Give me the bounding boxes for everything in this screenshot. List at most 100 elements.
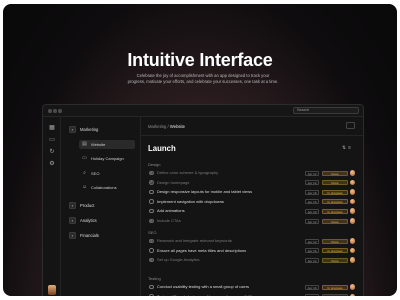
task-checkbox[interactable]: ✓	[149, 238, 154, 243]
sidebar-section-marketing[interactable]: ▪ Marketing	[69, 125, 98, 133]
icon-rail: ▦ ▭ ↻ ⚙	[43, 117, 61, 296]
group-header[interactable]: Design	[148, 162, 160, 167]
sidebar-section-product[interactable]: ▪ Product	[69, 201, 94, 209]
sidebar-item-collaborations[interactable]: ☺ Collaborations	[79, 183, 135, 192]
task-checkbox[interactable]	[149, 199, 154, 204]
task-due-date[interactable]: Apr 16	[305, 284, 319, 290]
assignee-avatar[interactable]	[349, 189, 355, 195]
status-badge[interactable]: In progress	[322, 189, 348, 195]
users-icon: ☺	[82, 184, 88, 190]
status-badge[interactable]: In progress	[322, 248, 348, 254]
settings-icon[interactable]: ⚙	[49, 161, 55, 167]
task-row[interactable]: Ensure all pages have meta titles and de…	[148, 247, 357, 254]
task-row[interactable]: Add animations Apr 20 In progress	[148, 208, 357, 214]
panel-toggle-icon[interactable]	[346, 122, 355, 129]
status-badge[interactable]: In progress	[322, 208, 348, 214]
hero-title: Intuitive Interface	[127, 50, 273, 70]
task-checkbox[interactable]: ✓	[149, 180, 154, 185]
task-label: Include CTAs	[157, 218, 181, 223]
showcase-frame: Intuitive Interface Celebrate the joy of…	[3, 4, 397, 296]
task-checkbox[interactable]	[149, 294, 154, 296]
sidebar-section-label: Analytics	[80, 217, 97, 223]
task-due-date[interactable]: Apr 16	[305, 189, 319, 195]
breadcrumb-parent[interactable]: Marketing	[148, 124, 166, 129]
sidebar-section-financials[interactable]: ▪ Financials	[69, 231, 99, 239]
task-due-date[interactable]: Apr 12	[305, 170, 319, 176]
grid-icon[interactable]: ▦	[49, 125, 55, 131]
task-due-date[interactable]: Apr 12	[305, 238, 319, 244]
task-label: Test on different devices and browsers f…	[157, 294, 254, 296]
refresh-icon[interactable]: ↻	[49, 149, 55, 155]
assignee-avatar[interactable]	[349, 198, 355, 205]
group-header[interactable]: Testing	[148, 276, 161, 281]
sidebar-item-website[interactable]: ▤ Website	[79, 140, 135, 149]
status-badge[interactable]: Done	[322, 238, 348, 244]
status-badge[interactable]: In progress	[322, 199, 348, 205]
task-due-date[interactable]: Apr 20	[305, 208, 319, 214]
hero-subtitle: Celebrate the joy of accomplishment with…	[123, 73, 283, 84]
assignee-avatar[interactable]	[349, 293, 355, 296]
status-badge[interactable]: Done	[322, 170, 348, 176]
task-due-date[interactable]: Apr 20	[305, 294, 319, 296]
sidebar-item-label: Holiday Campaign	[91, 156, 124, 161]
task-checkbox[interactable]: ✓	[149, 257, 154, 263]
page-title: Launch	[148, 144, 176, 153]
sidebar-section-analytics[interactable]: ▪ Analytics	[69, 216, 97, 224]
assignee-avatar[interactable]	[349, 179, 355, 186]
assignee-avatar[interactable]	[349, 247, 355, 254]
window-zoom-dot[interactable]	[58, 109, 62, 113]
task-checkbox[interactable]: ✓	[149, 170, 154, 175]
group-header[interactable]: SEO	[148, 230, 156, 235]
sidebar-item-holiday-campaign[interactable]: ▭ Holiday Campaign	[79, 154, 135, 163]
task-row[interactable]: ✓ Set up Google Analytics Apr 12 Done	[148, 257, 357, 263]
assignee-avatar[interactable]	[349, 218, 355, 224]
task-row[interactable]: ✓ Research and integrate relevant keyword…	[148, 238, 357, 244]
task-label: Add animations	[157, 208, 185, 214]
task-due-date[interactable]: Apr 12	[305, 257, 319, 263]
search-input[interactable]: Search	[293, 107, 359, 114]
sidebar-item-seo[interactable]: ⌕ SEO	[79, 169, 135, 178]
task-row[interactable]: Implement navigation with dropdowns Apr 1…	[148, 198, 357, 205]
assignee-avatar[interactable]	[349, 238, 355, 244]
sidebar-section-label: Product	[80, 202, 95, 208]
task-label: Design homepage	[157, 179, 190, 185]
task-row[interactable]: Design responsive layouts for mobile and…	[148, 189, 357, 195]
task-label: Conduct usability testing with a small g…	[157, 284, 250, 289]
task-due-date[interactable]: Apr 16	[305, 248, 319, 254]
task-row[interactable]: ✓ Design homepage Apr 12 Done	[148, 179, 357, 186]
sidebar-item-label: SEO	[91, 171, 100, 176]
task-checkbox[interactable]	[149, 248, 154, 253]
status-badge[interactable]: Done	[322, 180, 348, 186]
window-close-dot[interactable]	[48, 109, 52, 113]
task-row[interactable]: ✓ Define color scheme & typography Apr 12 D…	[148, 170, 357, 176]
filter-icon[interactable]: ≡	[348, 145, 353, 151]
breadcrumb: Marketing / Website	[148, 124, 185, 129]
task-checkbox[interactable]	[149, 208, 154, 214]
status-badge[interactable]: Done	[322, 218, 348, 224]
hero-subtitle-line: Celebrate the joy of accomplishment with…	[136, 73, 270, 78]
task-due-date[interactable]: Apr 12	[305, 218, 319, 224]
task-row[interactable]: ✓ Include CTAs Apr 12 Done	[148, 218, 357, 224]
task-due-date[interactable]: Apr 12	[305, 180, 319, 186]
folder-icon: ▪	[69, 201, 76, 209]
assignee-avatar[interactable]	[349, 284, 355, 290]
layout-icon: ▤	[82, 141, 87, 147]
window-minimize-dot[interactable]	[53, 109, 57, 113]
toolbar: ⇅≡	[342, 145, 353, 151]
status-badge[interactable]: Done	[322, 257, 348, 263]
task-row[interactable]: Test on different devices and browsers f…	[148, 293, 357, 296]
calendar-icon[interactable]: ▭	[49, 137, 55, 143]
task-row[interactable]: Conduct usability testing with a small g…	[148, 284, 357, 290]
task-checkbox[interactable]: ✓	[149, 218, 154, 223]
user-avatar[interactable]	[48, 285, 56, 295]
status-badge[interactable]: To do	[322, 294, 348, 296]
task-checkbox[interactable]	[149, 189, 154, 195]
assignee-avatar[interactable]	[349, 208, 355, 214]
task-due-date[interactable]: Apr 16	[305, 199, 319, 205]
folder-icon: ▪	[69, 231, 76, 239]
sidebar-section-label: Marketing	[80, 126, 99, 132]
task-checkbox[interactable]	[149, 284, 154, 289]
status-badge[interactable]: In progress	[322, 284, 348, 290]
assignee-avatar[interactable]	[349, 170, 355, 176]
assignee-avatar[interactable]	[349, 257, 355, 263]
